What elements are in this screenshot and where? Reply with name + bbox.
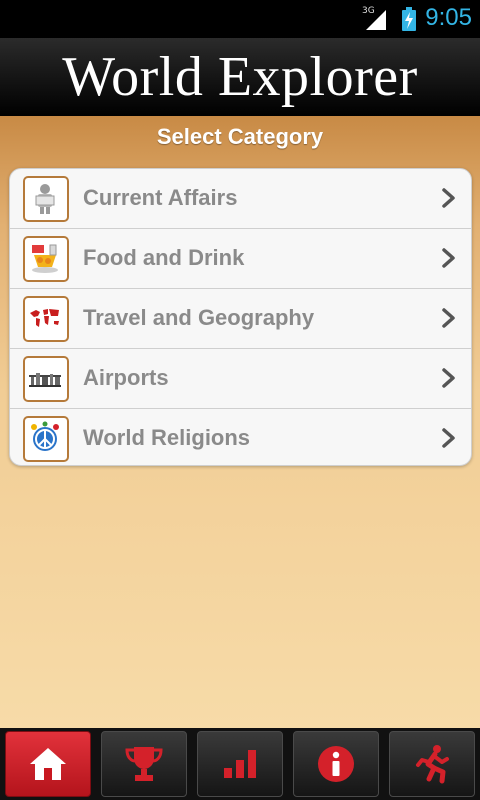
nav-trophy-button[interactable]	[101, 731, 187, 797]
religion-symbols-icon	[23, 416, 69, 462]
category-item-travel-and-geography[interactable]: Travel and Geography	[10, 289, 471, 349]
running-man-icon	[416, 745, 449, 784]
airport-icon	[23, 356, 69, 402]
signal-icon: 3G	[362, 6, 388, 30]
app-header: World Explorer	[0, 38, 480, 118]
bar-chart-icon	[224, 750, 256, 778]
category-list: Current Affairs Food and Drink Travel an…	[9, 168, 472, 466]
home-icon	[30, 748, 66, 780]
chevron-right-icon	[442, 188, 455, 208]
network-type-label: 3G	[362, 6, 375, 16]
category-item-food-and-drink[interactable]: Food and Drink	[10, 229, 471, 289]
category-item-airports[interactable]: Airports	[10, 349, 471, 409]
chevron-right-icon	[442, 248, 455, 268]
category-item-world-religions[interactable]: World Religions	[10, 409, 471, 465]
main-content: Select Category Current Affairs Food and…	[0, 116, 480, 728]
status-bar: 3G 9:05	[0, 0, 480, 38]
trophy-icon	[125, 747, 163, 781]
chevron-right-icon	[442, 368, 455, 388]
page-subtitle: Select Category	[156, 124, 324, 149]
category-label: World Religions	[83, 425, 251, 450]
battery-charging-icon	[402, 7, 416, 31]
world-map-icon	[23, 296, 69, 342]
nav-stats-button[interactable]	[197, 731, 283, 797]
category-label: Airports	[83, 365, 169, 390]
nav-info-button[interactable]	[293, 731, 379, 797]
food-drink-icon	[23, 236, 69, 282]
chevron-right-icon	[442, 428, 455, 448]
nav-home-button[interactable]	[5, 731, 91, 797]
chevron-right-icon	[442, 308, 455, 328]
app-title: World Explorer	[62, 46, 418, 108]
category-label: Current Affairs	[83, 185, 238, 210]
info-icon	[318, 746, 354, 782]
bottom-nav	[0, 728, 480, 800]
category-label: Travel and Geography	[83, 305, 315, 330]
newspaper-person-icon	[23, 176, 69, 222]
category-label: Food and Drink	[83, 245, 245, 270]
clock: 9:05	[425, 4, 472, 31]
nav-exit-button[interactable]	[389, 731, 475, 797]
category-item-current-affairs[interactable]: Current Affairs	[10, 169, 471, 229]
